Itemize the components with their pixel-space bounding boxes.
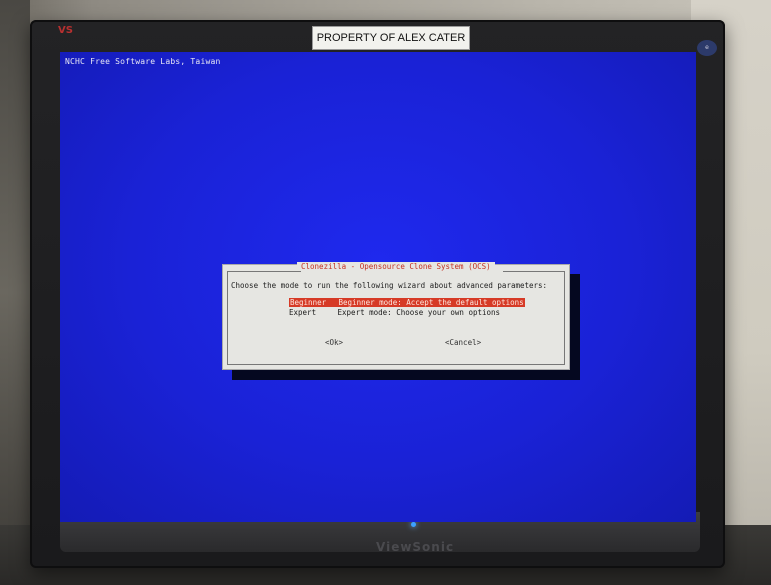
property-label: PROPERTY OF ALEX CATER <box>312 26 470 50</box>
monitor-screen: NCHC Free Software Labs, Taiwan Clonezil… <box>60 52 696 522</box>
dialog-title: Clonezilla - Opensource Clone System (OC… <box>297 262 495 271</box>
brand-logo-icon: VS <box>58 25 73 36</box>
menu-option-beginner[interactable]: Beginner Beginner mode: Accept the defau… <box>289 298 525 307</box>
menu-option-description: Expert mode: Choose your own options <box>337 308 501 317</box>
menu-option-tag: Expert <box>289 308 317 317</box>
screen-header-text: NCHC Free Software Labs, Taiwan <box>65 57 221 66</box>
menu-option-description: Beginner mode: Accept the default option… <box>338 298 524 307</box>
photo-scene: VS e PROPERTY OF ALEX CATER ViewSonic NC… <box>0 0 771 585</box>
power-led-icon[interactable] <box>411 522 416 527</box>
ok-button[interactable]: <Ok> <box>325 338 343 347</box>
menu-option-expert[interactable]: Expert Expert mode: Choose your own opti… <box>289 308 500 317</box>
menu-option-tag: Beginner <box>290 298 327 307</box>
brand-name: ViewSonic <box>376 540 455 554</box>
cancel-button[interactable]: <Cancel> <box>445 338 481 347</box>
office-wall-left <box>0 0 30 585</box>
energy-star-sticker-icon: e <box>697 40 717 56</box>
dialog-prompt: Choose the mode to run the following wiz… <box>231 281 548 290</box>
dialog-frame-top-left <box>227 271 301 272</box>
clonezilla-mode-dialog: Clonezilla - Opensource Clone System (OC… <box>222 262 570 370</box>
dialog-frame-top-right <box>503 271 565 272</box>
